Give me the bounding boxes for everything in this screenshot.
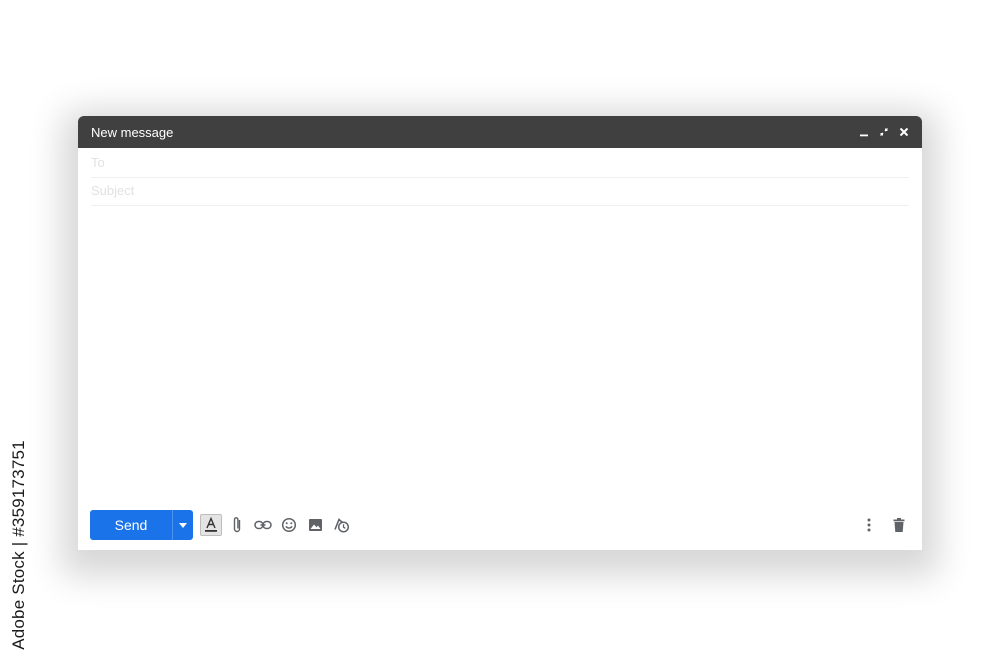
attach-button[interactable]	[226, 514, 248, 536]
emoji-icon	[281, 517, 297, 533]
schedule-icon	[333, 518, 349, 533]
attach-icon	[233, 517, 241, 533]
stock-credit: Adobe Stock | #359173751	[6, 440, 32, 650]
send-button[interactable]: Send	[90, 510, 172, 540]
trash-icon	[893, 518, 905, 532]
photo-icon	[308, 519, 322, 531]
insert-emoji-button[interactable]	[278, 514, 300, 536]
compose-toolbar: Send	[90, 510, 910, 540]
exit-fullscreen-icon[interactable]	[876, 124, 892, 140]
subject-input[interactable]	[91, 183, 909, 198]
compose-window: New message Send	[78, 116, 922, 550]
formatting-options-button[interactable]	[200, 514, 222, 536]
to-field-row	[91, 148, 909, 178]
insert-photo-button[interactable]	[304, 514, 326, 536]
send-options-button[interactable]	[172, 510, 193, 540]
compose-titlebar: New message	[78, 116, 922, 148]
to-input[interactable]	[91, 155, 909, 170]
discard-draft-button[interactable]	[888, 514, 910, 536]
more-options-icon	[867, 518, 871, 532]
caret-down-icon	[179, 522, 187, 528]
insert-link-button[interactable]	[252, 514, 274, 536]
message-body[interactable]	[91, 208, 909, 494]
window-controls	[856, 124, 912, 140]
subject-field-row	[91, 178, 909, 206]
minimize-icon[interactable]	[856, 124, 872, 140]
link-icon	[254, 520, 272, 530]
close-icon[interactable]	[896, 124, 912, 140]
window-title: New message	[91, 124, 174, 140]
schedule-send-button[interactable]	[330, 514, 352, 536]
formatting-icon	[205, 517, 217, 532]
send-button-group: Send	[90, 510, 193, 540]
more-options-button[interactable]	[858, 514, 880, 536]
stock-credit-text: Adobe Stock | #359173751	[9, 440, 29, 650]
